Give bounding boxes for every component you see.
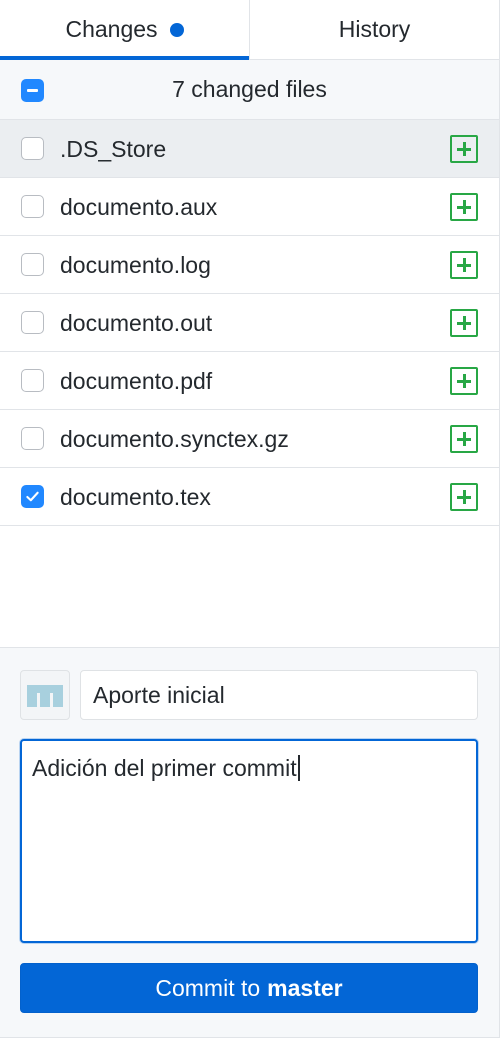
- file-row[interactable]: .DS_Store: [0, 120, 499, 178]
- checkmark-icon: [26, 491, 39, 502]
- plus-square-icon: [450, 135, 478, 163]
- changed-files-count: 7 changed files: [172, 76, 327, 102]
- plus-square-icon: [450, 193, 478, 221]
- avatar-identicon: [27, 685, 63, 707]
- file-checkbox[interactable]: [21, 485, 44, 508]
- file-row[interactable]: documento.out: [0, 294, 499, 352]
- commit-message-area: Adición del primer commit Commit to mast…: [0, 648, 499, 1038]
- tab-history[interactable]: History: [249, 0, 499, 59]
- plus-square-icon: [450, 309, 478, 337]
- plus-square-icon: [450, 425, 478, 453]
- file-list-empty-space: [0, 526, 499, 648]
- user-avatar-icon: [20, 670, 70, 720]
- file-checkbox[interactable]: [21, 427, 44, 450]
- file-checkbox[interactable]: [21, 195, 44, 218]
- changes-panel: Changes History 7 changed files .DS_Stor…: [0, 0, 500, 1038]
- file-name: documento.log: [60, 252, 211, 278]
- select-all-checkbox[interactable]: [21, 79, 44, 102]
- file-name: documento.synctex.gz: [60, 426, 289, 452]
- changes-indicator-dot: [169, 22, 184, 37]
- commit-button[interactable]: Commit to master: [20, 963, 478, 1013]
- changed-files-header: 7 changed files: [0, 60, 499, 120]
- tab-changes-label: Changes: [65, 16, 158, 42]
- tab-bar: Changes History: [0, 0, 499, 60]
- tab-changes[interactable]: Changes: [0, 0, 249, 60]
- commit-description-input[interactable]: Adición del primer commit: [20, 739, 478, 943]
- file-checkbox[interactable]: [21, 253, 44, 276]
- plus-square-icon: [450, 251, 478, 279]
- file-row[interactable]: documento.synctex.gz: [0, 410, 499, 468]
- file-name: .DS_Store: [60, 136, 167, 162]
- file-row[interactable]: documento.aux: [0, 178, 499, 236]
- commit-description-text: Adición del primer commit: [32, 755, 297, 781]
- file-name: documento.tex: [60, 484, 211, 510]
- file-checkbox[interactable]: [21, 311, 44, 334]
- plus-square-icon: [450, 483, 478, 511]
- tab-history-label: History: [338, 16, 411, 42]
- file-name: documento.out: [60, 310, 213, 336]
- file-checkbox[interactable]: [21, 369, 44, 392]
- file-list: .DS_Store documento.aux documento.log do…: [0, 120, 499, 526]
- minus-icon: [27, 89, 38, 92]
- commit-button-prefix: Commit to: [155, 974, 261, 1001]
- text-caret: [297, 755, 300, 781]
- file-row[interactable]: documento.tex: [0, 468, 499, 526]
- file-row[interactable]: documento.log: [0, 236, 499, 294]
- file-name: documento.aux: [60, 194, 218, 220]
- commit-button-branch: master: [267, 974, 343, 1001]
- plus-square-icon: [450, 367, 478, 395]
- commit-summary-input[interactable]: [80, 670, 478, 720]
- file-row[interactable]: documento.pdf: [0, 352, 499, 410]
- file-checkbox[interactable]: [21, 137, 44, 160]
- file-name: documento.pdf: [60, 368, 213, 394]
